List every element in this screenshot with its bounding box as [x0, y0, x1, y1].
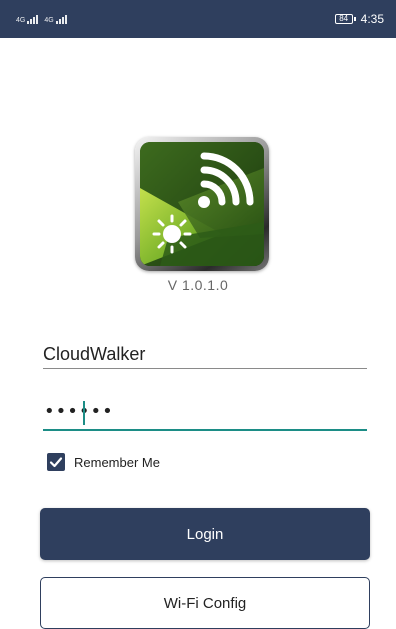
battery-level: 84 — [339, 14, 349, 23]
status-bar: 4G 4G 84 4:35 — [0, 0, 396, 38]
checkbox-checked-icon[interactable] — [47, 453, 65, 471]
text-caret — [83, 401, 85, 425]
status-right: 84 4:35 — [334, 12, 384, 26]
cell-signal-icon: 4G — [44, 14, 67, 24]
network-type-label: 4G — [16, 16, 26, 24]
login-button[interactable]: Login — [40, 508, 370, 560]
battery-tip — [353, 17, 356, 21]
password-mask: •••••• — [44, 401, 114, 422]
wifi-config-button[interactable]: Wi-Fi Config — [40, 577, 370, 629]
logo-artwork — [140, 142, 264, 266]
remember-me-label: Remember Me — [74, 454, 160, 470]
check-icon — [49, 457, 63, 468]
clock: 4:35 — [360, 12, 384, 26]
cell-signal-icon: 4G — [16, 14, 39, 24]
solar-wifi-icon — [140, 142, 264, 266]
app-version: V 1.0.1.0 — [167, 277, 229, 293]
app-logo-icon — [135, 137, 269, 271]
username-input[interactable] — [43, 340, 367, 369]
password-input[interactable]: •••••• — [43, 399, 367, 431]
network-type-label: 4G — [44, 16, 54, 24]
battery-icon: 84 — [334, 14, 353, 24]
signal-indicators: 4G 4G — [16, 14, 67, 24]
login-button-label: Login — [186, 525, 224, 543]
wifi-config-button-label: Wi-Fi Config — [163, 594, 247, 612]
remember-me-checkbox[interactable]: Remember Me — [47, 453, 160, 471]
